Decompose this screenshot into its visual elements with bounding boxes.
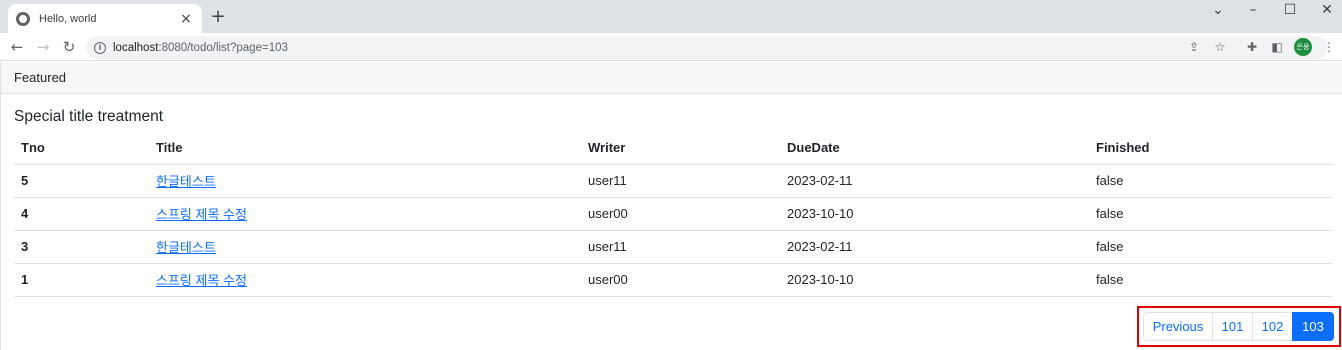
cell-title: 스프링 제목 수정 xyxy=(149,197,581,231)
url-path: :8080/todo/list?page=103 xyxy=(158,41,288,54)
tab-title: Hello, world xyxy=(39,12,97,25)
forward-icon[interactable]: → xyxy=(30,34,56,60)
url-host: localhost xyxy=(113,41,159,54)
table-row: 3 한글테스트 user11 2023-02-11 false xyxy=(14,230,1332,264)
globe-icon xyxy=(16,11,30,26)
cell-writer: user11 xyxy=(581,230,780,264)
column-header-finished: Finished xyxy=(1089,132,1332,165)
cell-finished: false xyxy=(1089,164,1332,198)
window-close-icon[interactable]: ✕ xyxy=(1312,0,1342,20)
cell-writer: user11 xyxy=(581,164,780,198)
cell-tno: 4 xyxy=(14,197,149,231)
pagination-previous-button[interactable]: Previous xyxy=(1143,312,1213,341)
cell-duedate: 2023-10-10 xyxy=(780,263,1089,297)
back-icon[interactable]: ← xyxy=(4,34,30,60)
cell-writer: user00 xyxy=(581,197,780,231)
todo-table: Tno Title Writer DueDate Finished 5 한글테스… xyxy=(14,132,1332,297)
cell-writer: user00 xyxy=(581,263,780,297)
cell-tno: 5 xyxy=(14,164,149,198)
cell-tno: 1 xyxy=(14,263,149,297)
table-row: 5 한글테스트 user11 2023-02-11 false xyxy=(14,164,1332,198)
menu-kebab-icon[interactable]: ⋮ xyxy=(1321,39,1337,55)
card-title: Special title treatment xyxy=(14,108,164,125)
extensions-icon[interactable]: ✚ xyxy=(1244,39,1260,55)
cell-finished: false xyxy=(1089,197,1332,231)
pagination-page-101[interactable]: 101 xyxy=(1212,312,1253,341)
cell-title: 한글테스트 xyxy=(149,230,581,264)
table-row: 1 스프링 제목 수정 user00 2023-10-10 false xyxy=(14,263,1332,297)
close-tab-icon[interactable]: × xyxy=(178,11,194,27)
new-tab-button[interactable]: + xyxy=(208,6,228,28)
column-header-tno: Tno xyxy=(14,132,149,165)
site-info-icon[interactable]: i xyxy=(94,41,106,54)
card-body: Special title treatment Tno Title Writer… xyxy=(1,94,1342,297)
reload-icon[interactable]: ↻ xyxy=(56,34,82,60)
url-text: localhost:8080/todo/list?page=103 xyxy=(113,42,288,54)
todo-title-link[interactable]: 한글테스트 xyxy=(156,240,216,255)
todo-title-link[interactable]: 스프링 제목 수정 xyxy=(156,273,247,288)
column-header-duedate: DueDate xyxy=(780,132,1089,165)
side-panel-icon[interactable]: ◧ xyxy=(1269,39,1285,55)
cell-finished: false xyxy=(1089,263,1332,297)
address-bar[interactable]: i localhost:8080/todo/list?page=103 xyxy=(86,36,1328,59)
todo-card: Featured Special title treatment Tno Tit… xyxy=(0,62,1342,350)
cell-duedate: 2023-02-11 xyxy=(780,164,1089,198)
todo-title-link[interactable]: 스프링 제목 수정 xyxy=(156,207,247,222)
profile-avatar[interactable]: 은용 xyxy=(1294,38,1312,56)
cell-finished: false xyxy=(1089,230,1332,264)
table-row: 4 스프링 제목 수정 user00 2023-10-10 false xyxy=(14,197,1332,231)
minimize-icon[interactable]: – xyxy=(1238,0,1268,20)
column-header-title: Title xyxy=(149,132,581,165)
browser-toolbar: ← → ↻ i localhost:8080/todo/list?page=10… xyxy=(0,33,1342,61)
cell-title: 스프링 제목 수정 xyxy=(149,263,581,297)
pagination-page-102[interactable]: 102 xyxy=(1252,312,1293,341)
maximize-icon[interactable]: ☐ xyxy=(1275,0,1305,20)
browser-tab[interactable]: Hello, world × xyxy=(8,4,202,33)
share-icon[interactable]: ⇪ xyxy=(1186,39,1202,55)
column-header-writer: Writer xyxy=(581,132,780,165)
pagination-page-103[interactable]: 103 xyxy=(1292,312,1334,341)
table-header-row: Tno Title Writer DueDate Finished xyxy=(14,132,1332,165)
pagination: Previous 101 102 103 xyxy=(1143,312,1334,341)
todo-title-link[interactable]: 한글테스트 xyxy=(156,174,216,189)
cell-title: 한글테스트 xyxy=(149,164,581,198)
bookmark-star-icon[interactable]: ☆ xyxy=(1212,39,1228,55)
cell-tno: 3 xyxy=(14,230,149,264)
browser-tabbar: Hello, world × + ⌄ – ☐ ✕ xyxy=(0,0,1342,33)
cell-duedate: 2023-02-11 xyxy=(780,230,1089,264)
card-header: Featured xyxy=(1,62,1342,94)
pagination-highlight: Previous 101 102 103 xyxy=(1137,306,1341,347)
tab-search-icon[interactable]: ⌄ xyxy=(1203,0,1233,20)
cell-duedate: 2023-10-10 xyxy=(780,197,1089,231)
